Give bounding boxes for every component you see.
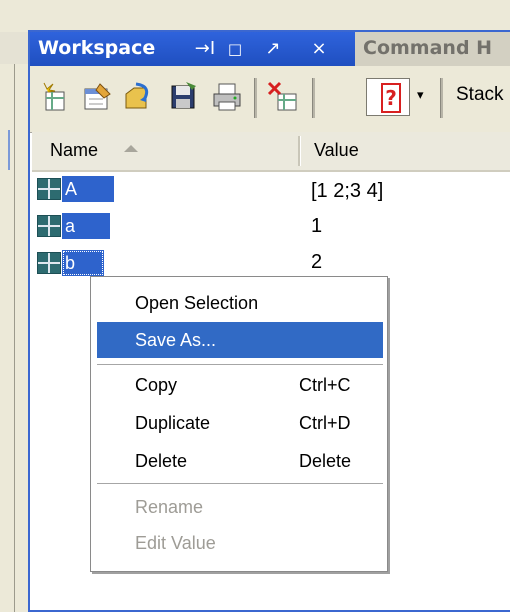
column-header: Name Value [32,132,510,172]
menu-item-open-selection[interactable]: Open Selection [91,285,387,321]
column-name-header[interactable]: Name [50,140,98,161]
workspace-title: Workspace [38,37,156,59]
variable-name[interactable]: a [62,213,110,239]
help-button[interactable]: ? [366,78,410,116]
print-icon[interactable] [210,80,244,114]
left-dock-panel [0,32,15,612]
column-divider[interactable] [298,136,301,166]
import-data-icon[interactable] [122,80,156,114]
menu-item-copy[interactable]: Copy Ctrl+C [91,367,387,403]
menu-item-label: Copy [135,375,178,395]
menu-item-label: Rename [135,497,204,517]
menu-item-shortcut: Delete [299,451,352,471]
stack-label[interactable]: Stack [456,84,504,106]
column-value-header[interactable]: Value [314,140,359,161]
question-icon: ? [381,83,401,113]
menu-item-label: Open Selection [135,293,259,313]
restore-icon[interactable]: ↗ [262,37,284,61]
matrix-variable-icon [37,252,61,274]
menu-item-delete[interactable]: Delete Delete [91,443,387,479]
undock-icon[interactable]: →I [194,37,216,61]
matrix-variable-icon [37,178,61,200]
variable-value: 1 [311,215,323,237]
delete-icon[interactable] [266,80,300,114]
left-dock-scrollbar[interactable] [8,130,10,170]
toolbar-separator [312,78,315,118]
menu-separator [97,483,383,484]
menu-item-shortcut: Ctrl+D [299,413,351,433]
menu-item-label: Edit Value [135,533,216,553]
left-dock-header [0,32,30,64]
variable-name[interactable]: A [62,176,114,202]
sort-ascending-icon [124,145,138,152]
chevron-down-icon[interactable]: ▾ [417,88,424,103]
variable-value: [1 2;3 4] [311,180,384,202]
maximize-icon[interactable]: □ [224,37,246,61]
menu-item-rename: Rename [91,489,387,525]
menu-item-shortcut: Ctrl+C [299,375,351,395]
toolbar: ? ▾ Stack [30,66,510,133]
close-icon[interactable]: × [308,37,330,61]
command-history-title: Command H [363,37,493,59]
new-variable-icon[interactable] [38,80,72,114]
variable-name[interactable]: b [62,250,104,276]
menu-item-label: Duplicate [135,413,211,433]
toolbar-separator [440,78,443,118]
matrix-variable-icon [37,215,61,237]
menu-item-edit-value: Edit Value [91,525,387,561]
menu-item-duplicate[interactable]: Duplicate Ctrl+D [91,405,387,441]
toolbar-separator [254,78,257,118]
tab-command-history[interactable]: Command H [355,32,510,66]
menu-separator [97,364,383,365]
context-menu: Open Selection Save As... Copy Ctrl+C Du… [90,276,388,572]
menu-item-label: Delete [135,451,188,471]
variable-value: 2 [311,251,323,273]
open-selection-icon[interactable] [80,80,114,114]
menu-item-label: Save As... [135,330,217,350]
save-icon[interactable] [166,80,200,114]
menu-item-save-as[interactable]: Save As... [97,322,383,358]
tab-workspace[interactable]: Workspace →I □ ↗ × [30,32,355,66]
